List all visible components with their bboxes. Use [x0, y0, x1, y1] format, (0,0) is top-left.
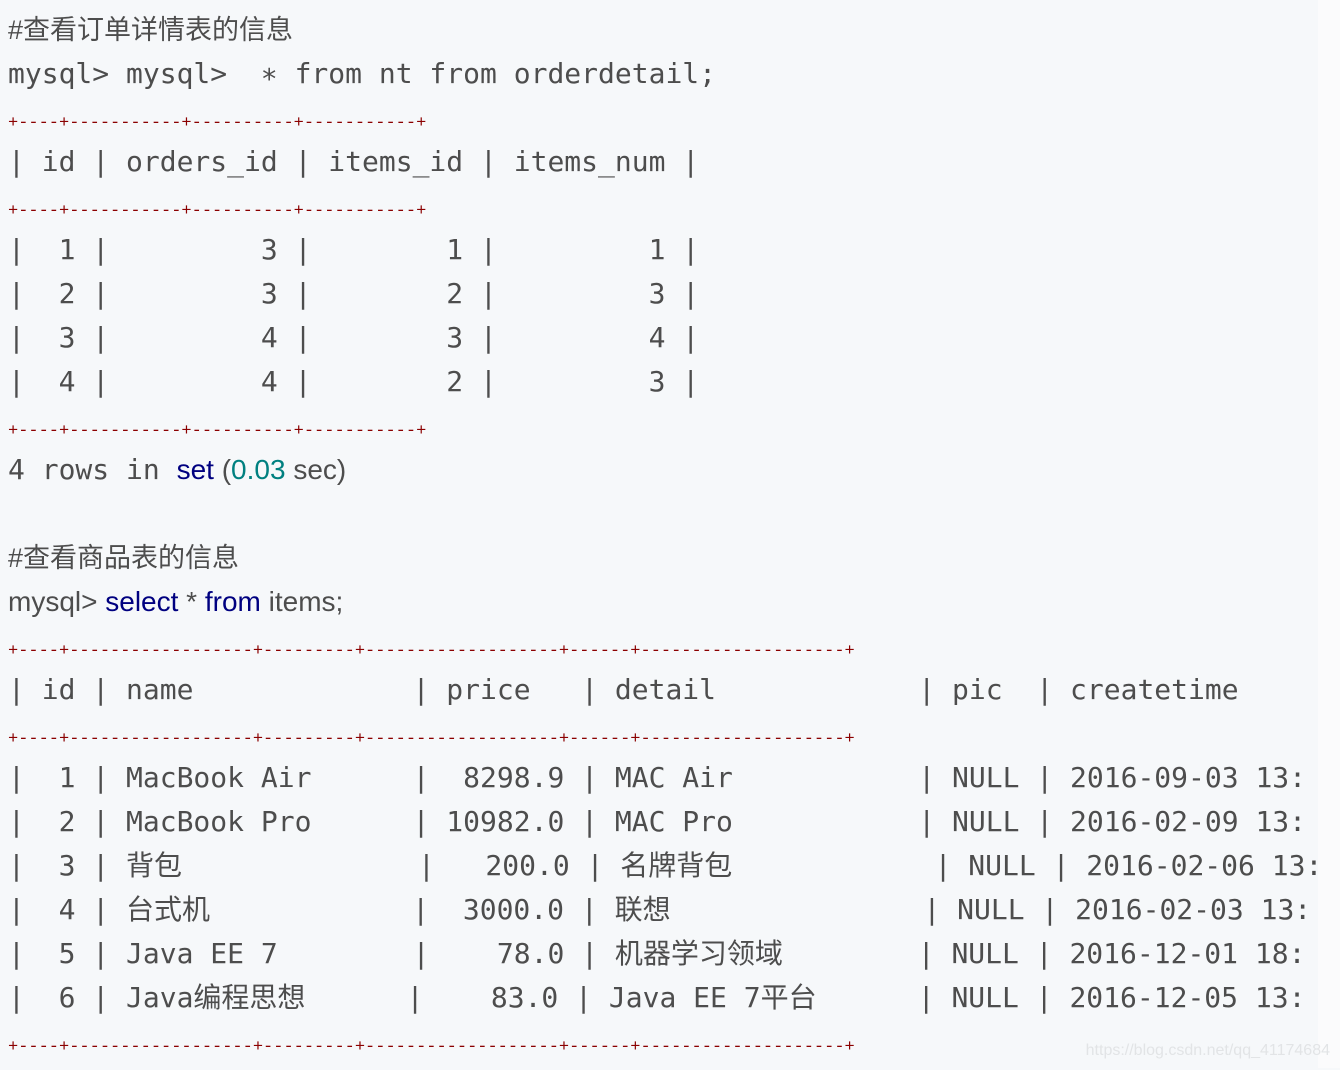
code-text: mysql> mysql> ∗ from nt from orderdetail… [8, 57, 717, 90]
code-line: | 4 | 4 | 2 | 3 | [8, 360, 1322, 404]
code-line: | 3 | 背包 | 200.0 | 名牌背包 | NULL | 2016-02… [8, 844, 1322, 888]
code-text: | 6 | Java编程思想 | 83.0 | Java EE 7平台 | NU… [8, 981, 1306, 1014]
code-text: * [178, 586, 205, 617]
code-text: | 3 | 背包 | 200.0 | 名牌背包 | NULL | 2016-02… [8, 849, 1323, 882]
code-text: sec) [285, 454, 347, 485]
code-line: +----+------------------+---------+-----… [8, 712, 1322, 756]
sql-keyword: from [204, 586, 261, 617]
code-line: +----+-----------+----------+-----------… [8, 184, 1322, 228]
code-line: 4 rows in set (0.03 sec) [8, 448, 1322, 492]
code-line: +----+-----------+----------+-----------… [8, 96, 1322, 140]
code-line: mysql> select * from items; [8, 580, 1322, 624]
code-line: | 3 | 4 | 3 | 4 | [8, 316, 1322, 360]
table-border: +----+-----------+----------+-----------… [8, 422, 427, 441]
sql-keyword: set [176, 454, 214, 485]
code-text: | id | orders_id | items_id | items_num … [8, 145, 700, 178]
code-line: | 6 | Java编程思想 | 83.0 | Java EE 7平台 | NU… [8, 976, 1322, 1020]
code-text: | 4 | 台式机 | 3000.0 | 联想 | NULL | 2016-02… [8, 893, 1312, 926]
code-line: | 1 | MacBook Air | 8298.9 | MAC Air | N… [8, 756, 1322, 800]
sql-keyword: select [105, 586, 179, 617]
code-text: | 5 | Java EE 7 | 78.0 | 机器学习领域 | NULL |… [8, 937, 1306, 970]
code-block: #查看订单详情表的信息 mysql> mysql> ∗ from nt from … [8, 8, 1322, 1064]
code-line: | 1 | 3 | 1 | 1 | [8, 228, 1322, 272]
code-text: | 4 | 4 | 2 | 3 | [8, 365, 700, 398]
code-line: +----+-----------+----------+-----------… [8, 404, 1322, 448]
code-text: | 2 | MacBook Pro | 10982.0 | MAC Pro | … [8, 805, 1307, 838]
code-line: mysql> mysql> ∗ from nt from orderdetail… [8, 52, 1322, 96]
code-line: | 2 | MacBook Pro | 10982.0 | MAC Pro | … [8, 800, 1322, 844]
code-text: | 3 | 4 | 3 | 4 | [8, 321, 700, 354]
code-text: | id | name | price | detail | pic | cre… [8, 673, 1239, 706]
code-text: items; [260, 586, 344, 617]
code-text: mysql> [8, 586, 106, 617]
code-line: #查看商品表的信息 [8, 536, 1322, 580]
table-border: +----+-----------+----------+-----------… [8, 202, 427, 221]
watermark: https://blog.csdn.net/qq_41174684 [1085, 1042, 1330, 1059]
code-text: #查看商品表的信息 [8, 543, 240, 573]
code-text: | 2 | 3 | 2 | 3 | [8, 277, 700, 310]
table-border: +----+------------------+---------+-----… [8, 642, 855, 661]
code-text: 4 rows in [8, 453, 177, 486]
code-text: ( [213, 454, 232, 485]
code-line: | id | name | price | detail | pic | cre… [8, 668, 1322, 712]
code-line: | 4 | 台式机 | 3000.0 | 联想 | NULL | 2016-02… [8, 888, 1322, 932]
number-literal: 0.03 [231, 454, 286, 485]
scrollbar[interactable] [1318, 0, 1340, 1068]
code-text: #查看订单详情表的信息 [8, 15, 294, 45]
code-line: | id | orders_id | items_id | items_num … [8, 140, 1322, 184]
code-text: | 1 | MacBook Air | 8298.9 | MAC Air | N… [8, 761, 1307, 794]
code-line: | 5 | Java EE 7 | 78.0 | 机器学习领域 | NULL |… [8, 932, 1322, 976]
table-border: +----+-----------+----------+-----------… [8, 114, 427, 133]
code-line: #查看订单详情表的信息 [8, 8, 1322, 52]
code-line: +----+------------------+---------+-----… [8, 624, 1322, 668]
table-border: +----+------------------+---------+-----… [8, 1038, 855, 1057]
code-text: | 1 | 3 | 1 | 1 | [8, 233, 700, 266]
code-line: | 2 | 3 | 2 | 3 | [8, 272, 1322, 316]
table-border: +----+------------------+---------+-----… [8, 730, 855, 749]
